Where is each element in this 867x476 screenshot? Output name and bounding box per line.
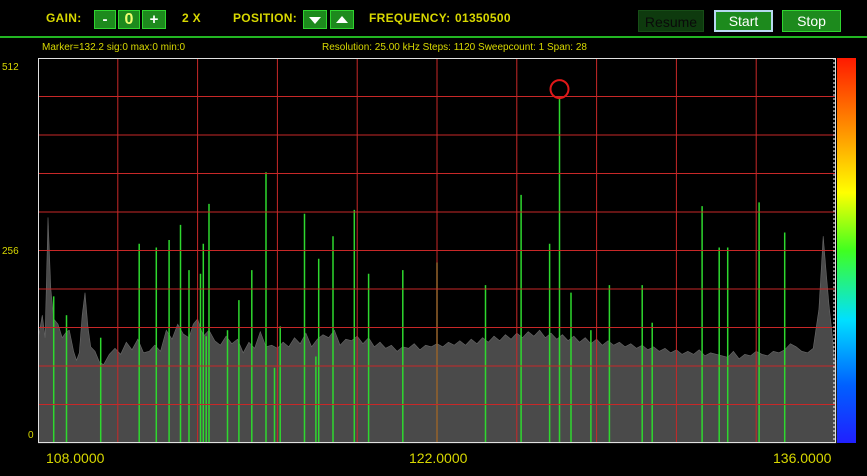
- toolbar: GAIN: - 0 + 2 X POSITION: FREQUENCY: 013…: [0, 0, 867, 36]
- x-tick-label: 122.0000: [409, 450, 468, 466]
- start-button[interactable]: Start: [714, 10, 773, 32]
- y-tick-label: 512: [2, 62, 19, 73]
- marker-readout: Marker=132.2 sig:0 max:0 min:0: [42, 42, 186, 53]
- resume-button[interactable]: Resume: [638, 10, 704, 32]
- gain-value-field[interactable]: 0: [118, 10, 140, 29]
- frequency-label: FREQUENCY:: [369, 11, 451, 25]
- y-tick-label: 0: [28, 430, 34, 441]
- position-up-button[interactable]: [330, 10, 354, 29]
- intensity-colorbar: [837, 58, 856, 443]
- triangle-up-icon: [336, 16, 348, 23]
- y-tick-label: 256: [2, 246, 19, 257]
- gain-plus-button[interactable]: +: [142, 10, 166, 29]
- spectrum-plot[interactable]: [38, 58, 860, 444]
- position-label: POSITION:: [233, 11, 298, 25]
- gain-minus-button[interactable]: -: [94, 10, 116, 29]
- position-down-button[interactable]: [303, 10, 327, 29]
- x-tick-label: 108.0000: [46, 450, 105, 466]
- triangle-down-icon: [309, 17, 321, 24]
- frequency-value: 01350500: [455, 11, 511, 25]
- x-tick-label: 136.0000: [773, 450, 832, 466]
- sweep-info: Resolution: 25.00 kHz Steps: 1120 Sweepc…: [322, 42, 587, 53]
- stop-button[interactable]: Stop: [782, 10, 841, 32]
- gain-label: GAIN:: [46, 11, 82, 25]
- toolbar-separator: [0, 36, 867, 38]
- multiplier-label: 2 X: [182, 11, 201, 25]
